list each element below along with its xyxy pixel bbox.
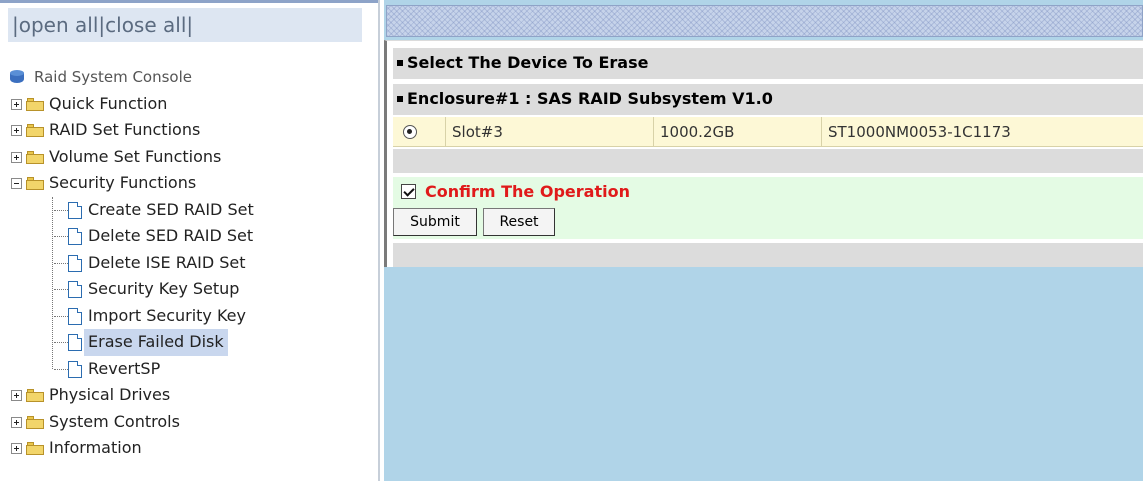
tree-group-label: Volume Set Functions: [49, 146, 222, 166]
separator: |: [12, 13, 19, 37]
close-all-link[interactable]: close all: [105, 13, 186, 37]
tree-item-create-sed-raid-set[interactable]: Create SED RAID Set: [10, 197, 370, 224]
expand-icon[interactable]: [11, 390, 22, 401]
tree: Raid System Console Quick Function RAID …: [10, 64, 370, 462]
folder-icon: [26, 150, 44, 164]
tree-root[interactable]: Raid System Console: [10, 64, 370, 91]
tree-group-label: System Controls: [49, 411, 180, 431]
document-icon: [68, 360, 82, 378]
tree-item-delete-ise-raid-set[interactable]: Delete ISE RAID Set: [10, 250, 370, 277]
tree-item-label: Delete SED RAID Set: [88, 226, 254, 245]
tree-item-label: Erase Failed Disk: [84, 329, 228, 356]
folder-icon: [26, 124, 44, 137]
navigation-tree-panel: |open all|close all| Raid System Console…: [0, 0, 378, 481]
expand-icon[interactable]: [11, 443, 22, 454]
expand-icon[interactable]: [11, 151, 22, 163]
folder-icon: [26, 389, 44, 402]
confirm-checkbox[interactable]: [401, 184, 416, 199]
spacer-bar: [393, 149, 1143, 173]
enclosure-title-bar: Enclosure#1 : SAS RAID Subsystem V1.0: [393, 83, 1143, 115]
tree-item-import-security-key[interactable]: Import Security Key: [10, 303, 370, 330]
bullet-icon: [397, 59, 403, 66]
tree-item-label: Create SED RAID Set: [88, 199, 254, 219]
tree-item-label: Delete ISE RAID Set: [88, 252, 246, 272]
submit-button[interactable]: Submit: [393, 208, 477, 236]
header-pattern-bar: [386, 5, 1143, 37]
document-icon: [68, 228, 82, 245]
collapse-icon[interactable]: [11, 178, 22, 189]
tree-group-physical-drives[interactable]: Physical Drives: [10, 382, 370, 409]
enclosure-title: Enclosure#1 : SAS RAID Subsystem V1.0: [407, 89, 773, 108]
tree-group-label: Information: [49, 438, 142, 457]
tree-group-raid-set-functions[interactable]: RAID Set Functions: [10, 117, 370, 144]
drive-row[interactable]: Slot#3 1000.2GB ST1000NM0053-1C1173: [393, 117, 1143, 147]
tree-group-label: Physical Drives: [49, 385, 171, 404]
separator: |: [186, 13, 194, 37]
tree-header: |open all|close all|: [8, 8, 362, 42]
section-title-bar: Select The Device To Erase: [393, 47, 1143, 79]
folder-icon: [26, 415, 44, 429]
tree-group-label: Security Functions: [49, 173, 197, 192]
document-icon: [68, 307, 82, 325]
expand-icon[interactable]: [11, 98, 22, 110]
section-title: Select The Device To Erase: [407, 53, 649, 72]
main-panel: Select The Device To Erase Enclosure#1 :…: [384, 0, 1143, 481]
folder-icon: [26, 442, 44, 455]
drive-radio[interactable]: [403, 125, 417, 139]
document-icon: [68, 334, 82, 351]
document-icon: [68, 201, 82, 219]
tree-group-label: Quick Function: [49, 93, 168, 113]
tree-item-revertsp[interactable]: RevertSP: [10, 356, 370, 383]
tree-item-security-key-setup[interactable]: Security Key Setup: [10, 276, 370, 303]
tree-group-system-controls[interactable]: System Controls: [10, 409, 370, 436]
expand-icon[interactable]: [11, 416, 22, 428]
drive-model: ST1000NM0053-1C1173: [821, 117, 1143, 147]
tree-group-label: RAID Set Functions: [49, 120, 201, 139]
open-all-link[interactable]: open all: [19, 13, 99, 37]
tree-group-security-functions[interactable]: Security Functions: [10, 170, 370, 197]
open-folder-icon: [26, 177, 44, 190]
tree-root-label: Raid System Console: [34, 68, 192, 86]
document-icon: [68, 281, 82, 298]
tree-item-label: RevertSP: [88, 358, 161, 378]
erase-form: Select The Device To Erase Enclosure#1 :…: [384, 40, 1143, 267]
tree-group-volume-set-functions[interactable]: Volume Set Functions: [10, 144, 370, 171]
expand-icon[interactable]: [11, 125, 22, 136]
bullet-icon: [397, 95, 403, 102]
tree-group-quick-function[interactable]: Quick Function: [10, 91, 370, 118]
button-row: Submit Reset: [393, 207, 1143, 239]
confirm-row: Confirm The Operation: [393, 177, 1143, 207]
drive-slot: Slot#3: [445, 117, 653, 147]
security-children: Create SED RAID Set Delete SED RAID Set …: [10, 196, 370, 383]
folder-icon: [26, 97, 44, 111]
drive-capacity: 1000.2GB: [653, 117, 821, 147]
tree-group-information[interactable]: Information: [10, 435, 370, 462]
tree-item-label: Security Key Setup: [88, 279, 240, 298]
tree-item-label: Import Security Key: [88, 305, 246, 325]
confirm-label[interactable]: Confirm The Operation: [425, 177, 630, 207]
top-strip: [0, 0, 378, 3]
tree-item-delete-sed-raid-set[interactable]: Delete SED RAID Set: [10, 223, 370, 250]
tree-item-erase-failed-disk[interactable]: Erase Failed Disk: [10, 329, 370, 356]
footer-bar: [393, 243, 1143, 267]
database-icon: [10, 70, 24, 86]
reset-button[interactable]: Reset: [483, 208, 555, 236]
document-icon: [68, 254, 82, 272]
